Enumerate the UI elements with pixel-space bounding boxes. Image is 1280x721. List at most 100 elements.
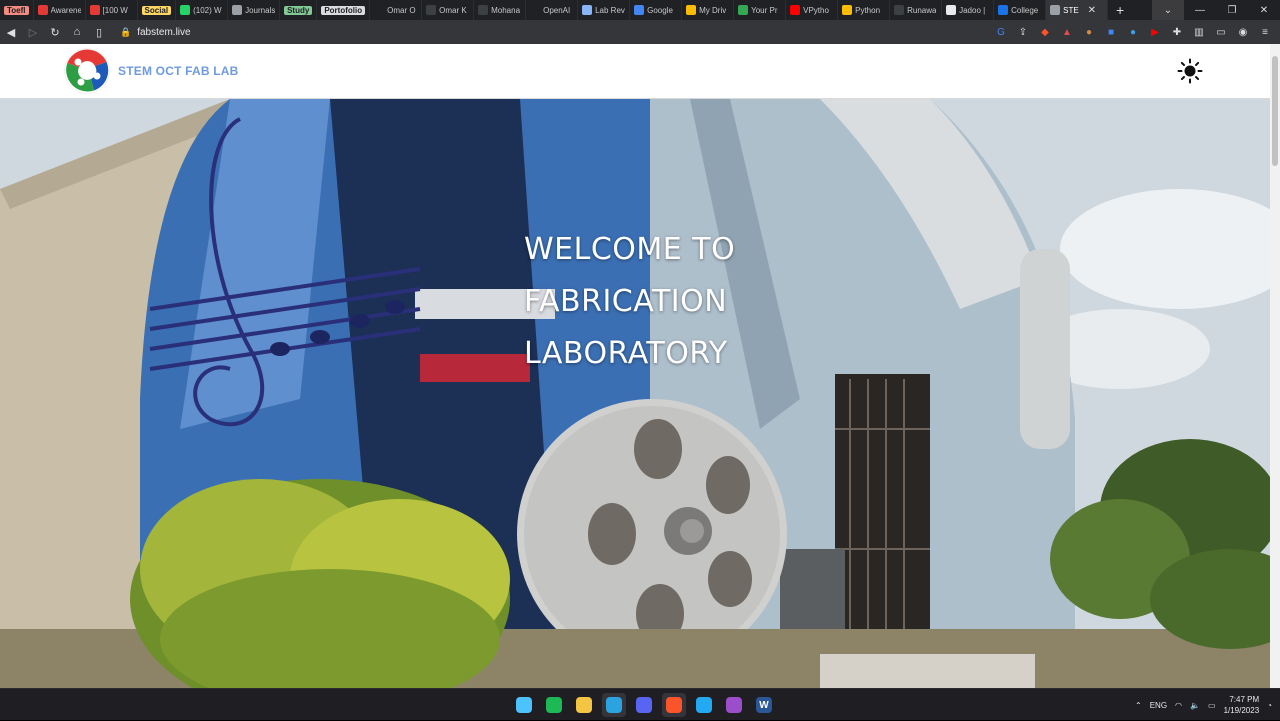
home-icon[interactable]: ⌂ (66, 20, 88, 44)
repl-icon (738, 5, 749, 15)
bookmark-icon[interactable]: ▯ (88, 20, 110, 44)
vpn-extension-icon[interactable]: ● (1124, 23, 1142, 41)
browser-tab[interactable]: Journals (228, 0, 281, 20)
taskbar-app-glyph (606, 697, 622, 713)
tab-title: Journals (245, 5, 276, 15)
docs-icon (582, 5, 593, 15)
github-icon (374, 5, 385, 15)
language-indicator[interactable]: ENG (1150, 701, 1167, 710)
browser-tab[interactable]: College (994, 0, 1047, 20)
profile-icon[interactable]: ◉ (1234, 23, 1252, 41)
translate-extension-icon[interactable]: ■ (1102, 23, 1120, 41)
tab-title: Runawa (907, 5, 937, 15)
tray-overflow-icon[interactable]: ⌃ (1135, 701, 1142, 710)
browser-tab[interactable]: Your Pr (734, 0, 787, 20)
tab-search-icon[interactable]: ⌄ (1152, 0, 1184, 20)
volume-muted-icon[interactable]: 🔈 (1190, 701, 1200, 710)
wifi-icon[interactable]: ◠ (1175, 701, 1182, 710)
file-explorer-icon[interactable] (572, 693, 596, 717)
browser-tab[interactable]: My Driv (682, 0, 735, 20)
taskbar-app-glyph (666, 697, 682, 713)
minimize-icon[interactable]: — (1184, 0, 1216, 20)
taskbar-app-glyph (726, 697, 742, 713)
telegram-icon[interactable] (602, 693, 626, 717)
browser-tab[interactable]: Toefl (0, 0, 34, 20)
new-tab-button[interactable]: + (1108, 2, 1132, 18)
web-page: STEM OCT FAB LAB WELCOME TO FABRICATION … (0, 44, 1280, 688)
browser-tab[interactable]: Study (280, 0, 318, 20)
taskbar-app-glyph (576, 697, 592, 713)
browser-tab[interactable]: Google (630, 0, 683, 20)
translate-icon (634, 5, 645, 15)
vscode-icon[interactable] (692, 693, 716, 717)
site-icon (894, 5, 905, 15)
url-text: fabstem.live (137, 26, 191, 38)
browser-tab[interactable]: Python (838, 0, 891, 20)
hero-background-image (0, 99, 1270, 688)
browser-tab[interactable]: Mohana (474, 0, 527, 20)
back-icon[interactable]: ◀ (0, 20, 22, 44)
restore-icon[interactable]: ❐ (1216, 0, 1248, 20)
sidebar-icon[interactable]: ▥ (1190, 23, 1208, 41)
site-brand[interactable]: STEM OCT FAB LAB (118, 64, 239, 78)
browser-tab[interactable]: OpenAI (526, 0, 579, 20)
brave-rewards-icon[interactable]: ▲ (1058, 23, 1076, 41)
browser-tab[interactable]: Runawa (890, 0, 943, 20)
browser-tab[interactable]: [100 W (86, 0, 138, 20)
reload-icon[interactable]: ↻ (44, 20, 66, 44)
extensions-puzzle-icon[interactable]: ✚ (1168, 23, 1186, 41)
browser-tab[interactable]: Omar K (422, 0, 475, 20)
forward-icon[interactable]: ▷ (22, 20, 44, 44)
discord-icon[interactable] (632, 693, 656, 717)
scrollbar-thumb[interactable] (1272, 56, 1278, 166)
browser-tab[interactable]: Portofolio (317, 0, 371, 20)
notification-icon[interactable]: ◔ (1267, 701, 1272, 710)
clock-time: 7:47 PM (1229, 695, 1260, 704)
browser-tab[interactable]: Lab Rev (578, 0, 631, 20)
taskbar-app-glyph (636, 697, 652, 713)
clock[interactable]: 7:47 PM 1/19/2023 (1224, 694, 1260, 716)
spotify-icon[interactable] (542, 693, 566, 717)
brave-shield-icon[interactable]: ◆ (1036, 23, 1054, 41)
youtube-extension-icon[interactable]: ▶ (1146, 23, 1164, 41)
menu-icon[interactable]: ≡ (1256, 23, 1274, 41)
tab-title: Jadoo | (959, 5, 986, 15)
tab-title: OpenAI (543, 5, 571, 15)
browser-tab[interactable]: STE ✕ (1046, 0, 1109, 20)
site-icon (946, 5, 957, 15)
browser-tab[interactable]: VPytho (786, 0, 839, 20)
browser-tab[interactable]: Awarene (34, 0, 86, 20)
browser-tab[interactable]: Social (138, 0, 177, 20)
browser-tab[interactable]: (102) W (176, 0, 229, 20)
browser-tab[interactable]: Jadoo | (942, 0, 995, 20)
window-controls: ⌄ — ❐ ✕ (1152, 0, 1280, 20)
tab-title: My Driv (699, 5, 727, 15)
site-icon (998, 5, 1009, 15)
hero-title-line-1: WELCOME TO (524, 232, 736, 267)
hero-title-line-2: FABRICATION (524, 284, 728, 319)
battery-icon[interactable]: ▭ (1208, 701, 1216, 710)
word-icon[interactable]: W (752, 693, 776, 717)
share-icon[interactable]: ⇪ (1014, 23, 1032, 41)
theme-toggle-sun-icon[interactable] (1177, 58, 1203, 84)
wallet-icon[interactable]: ▭ (1212, 23, 1230, 41)
hero-title: WELCOME TO FABRICATION LABORATORY (524, 224, 735, 380)
fablab-logo-icon[interactable] (64, 48, 110, 94)
brave-icon[interactable] (662, 693, 686, 717)
close-tab-icon[interactable]: ✕ (1088, 5, 1096, 16)
github-desktop-icon[interactable] (722, 693, 746, 717)
browser-tab[interactable]: Omar O (370, 0, 423, 20)
youtube-icon (790, 5, 801, 15)
system-tray: ⌃ ENG ◠ 🔈 ▭ 7:47 PM 1/19/2023 ◔ (1135, 689, 1272, 721)
extension-bar: G ⇪ ◆ ▲ ● ■ ● ▶ ✚ ▥ ▭ ◉ ≡ (992, 20, 1280, 44)
tab-title: Your Pr (751, 5, 778, 15)
site-icon (426, 5, 437, 15)
cookie-extension-icon[interactable]: ● (1080, 23, 1098, 41)
tab-title: Portofolio (321, 5, 366, 15)
windows-start-icon[interactable] (512, 693, 536, 717)
site-icon (478, 5, 489, 15)
close-window-icon[interactable]: ✕ (1248, 0, 1280, 20)
url-field[interactable]: 🔒 fabstem.live (120, 23, 191, 41)
page-scrollbar[interactable] (1270, 44, 1280, 688)
google-icon[interactable]: G (992, 23, 1010, 41)
